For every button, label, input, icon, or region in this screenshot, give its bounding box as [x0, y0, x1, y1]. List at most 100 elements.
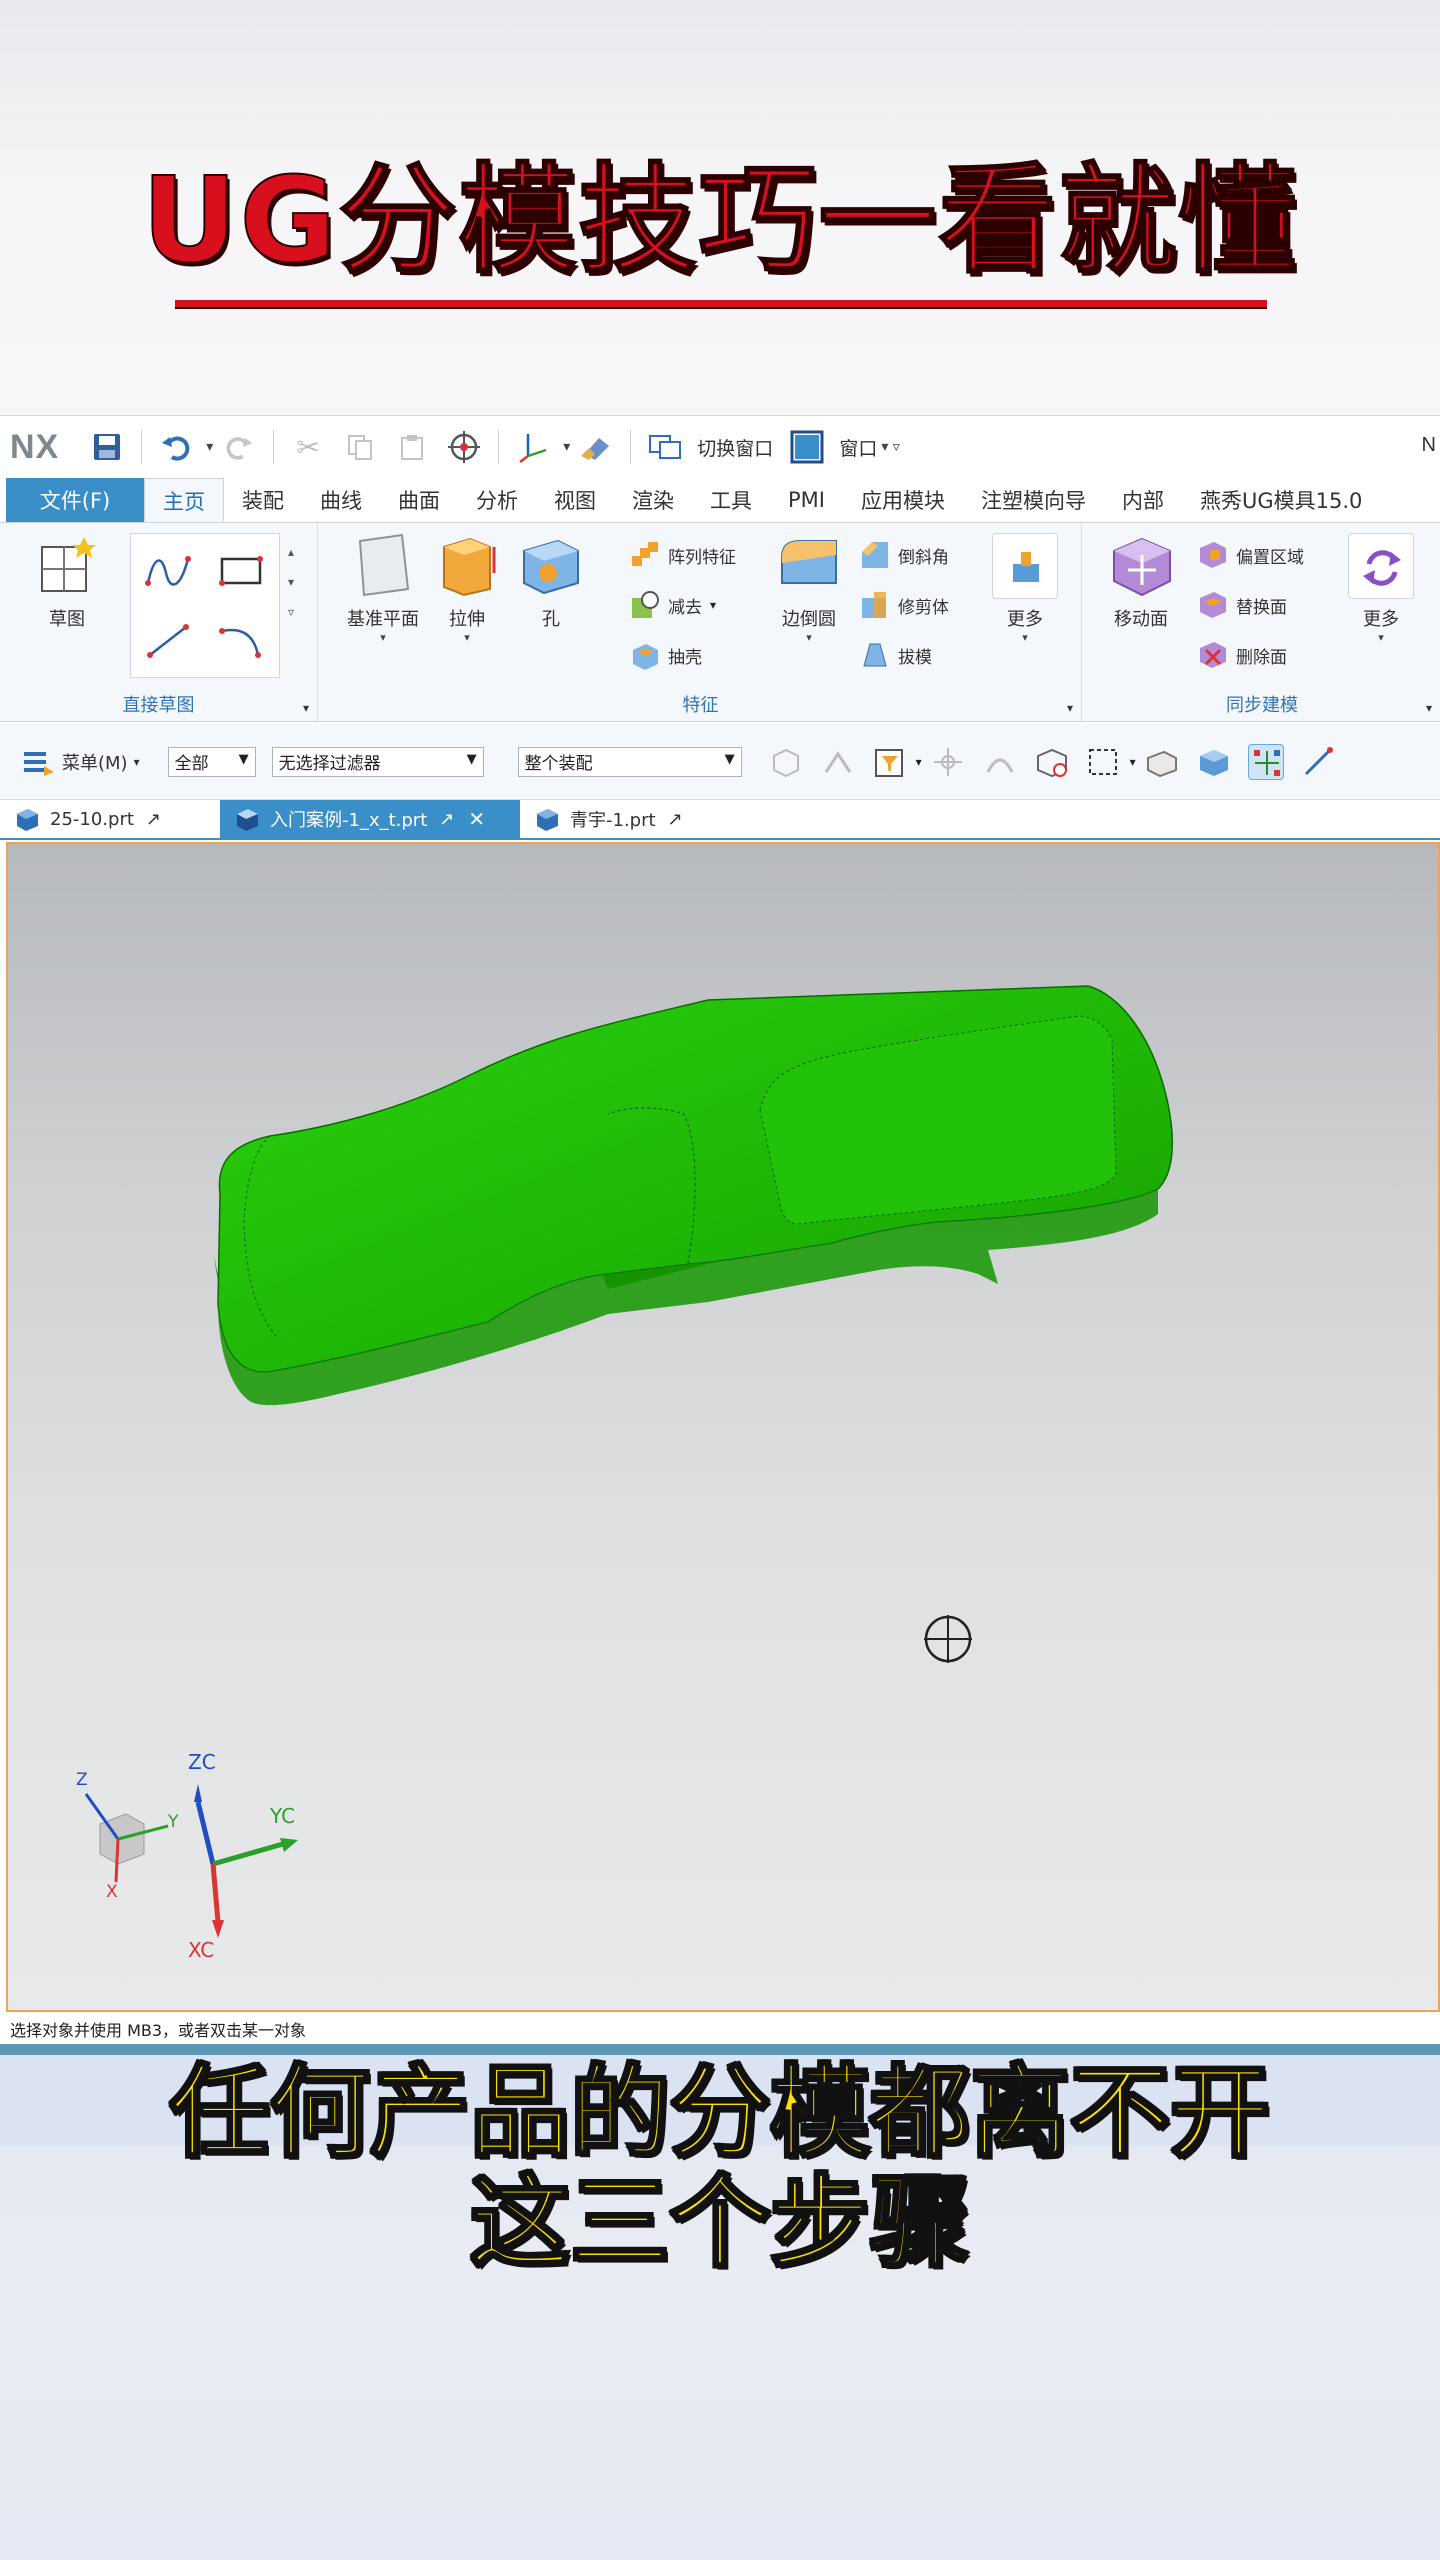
edge-blend-button[interactable]: 边倒圆 ▾: [764, 533, 854, 644]
extrude-dropdown-icon[interactable]: ▾: [422, 631, 512, 644]
view-triad[interactable]: [84, 1784, 298, 1938]
triad-xc-label: XC: [188, 1938, 215, 1962]
tab-analysis[interactable]: 分析: [458, 478, 536, 522]
doc-tab[interactable]: 青宇-1.prt ↗: [520, 800, 740, 838]
type-filter-dropdown[interactable]: 无选择过滤器 ▼: [271, 746, 484, 777]
tab-render[interactable]: 渲染: [614, 478, 692, 522]
window-icon[interactable]: [787, 427, 827, 467]
offset-region-label: 偏置区域: [1236, 547, 1304, 568]
eraser-icon[interactable]: [576, 427, 616, 467]
offset-region-button[interactable]: 偏置区域: [1198, 535, 1304, 575]
rectangle-tool[interactable]: [205, 536, 277, 606]
selection-scope-dropdown[interactable]: 整个装配 ▼: [517, 746, 742, 777]
general-selection-icon[interactable]: [768, 744, 804, 780]
doc-tab[interactable]: 25-10.prt ↗: [0, 800, 220, 838]
redo-icon[interactable]: [219, 427, 259, 467]
rect-select-dropdown-icon[interactable]: ▾: [1130, 755, 1136, 769]
rectangle-select-icon[interactable]: [1086, 744, 1122, 780]
feature-more-button[interactable]: 更多 ▾: [980, 533, 1070, 644]
paste-icon[interactable]: [392, 427, 432, 467]
studio-spline-tool[interactable]: [133, 536, 205, 606]
edge-blend-dropdown-icon[interactable]: ▾: [764, 631, 854, 644]
status-text: 选择对象并使用 MB3，或者双击某一对象: [10, 2021, 307, 2040]
line-endpoint-icon[interactable]: [1300, 744, 1336, 780]
selection-filter-dropdown[interactable]: 全部 ▼: [167, 746, 256, 777]
undo-icon[interactable]: [156, 427, 196, 467]
filter-dropdown-icon[interactable]: ▾: [916, 755, 922, 769]
tab-pmi[interactable]: PMI: [770, 478, 843, 522]
tab-internal[interactable]: 内部: [1104, 478, 1182, 522]
wcs-icon[interactable]: [513, 427, 553, 467]
part-file-icon: [17, 809, 38, 831]
datum-plane-button[interactable]: 基准平面 ▾: [338, 533, 428, 644]
selection-filter-value: 全部: [174, 754, 209, 774]
quick-pick-icon[interactable]: [982, 744, 1018, 780]
window-label[interactable]: 窗口: [839, 434, 877, 461]
sync-more-button[interactable]: 更多 ▾: [1336, 533, 1426, 644]
tab-view[interactable]: 视图: [536, 478, 614, 522]
doc-tab-active[interactable]: 入门案例-1_x_t.prt ↗ ✕: [220, 800, 520, 838]
tab-assembly[interactable]: 装配: [224, 478, 302, 522]
cut-icon[interactable]: ✂: [288, 427, 328, 467]
tab-curve[interactable]: 曲线: [302, 478, 380, 522]
group-direct-sketch: 草图 ▴ ▾ ▿ 直接草图 ▾: [0, 523, 318, 723]
chamfer-button[interactable]: 倒斜角: [860, 535, 949, 575]
hole-button[interactable]: 孔: [506, 533, 596, 631]
group-expand-icon[interactable]: ▾: [1426, 701, 1432, 715]
trim-body-icon: [860, 590, 890, 620]
switch-window-icon[interactable]: [645, 427, 685, 467]
delete-face-button[interactable]: 删除面: [1198, 635, 1287, 675]
graphics-window[interactable]: Z Y X ZC YC XC: [6, 842, 1440, 2012]
group-expand-icon[interactable]: ▾: [303, 701, 309, 715]
subtract-button[interactable]: 减去 ▾: [630, 585, 716, 625]
sketch-button[interactable]: 草图: [22, 533, 112, 631]
tab-yanxiu-mold[interactable]: 燕秀UG模具15.0: [1182, 478, 1380, 522]
wcs-dropdown-icon[interactable]: ▾: [563, 439, 570, 455]
viewport-canvas: [84, 985, 1174, 1938]
draft-button[interactable]: 拔模: [860, 635, 932, 675]
group-expand-icon[interactable]: ▾: [1067, 701, 1073, 715]
arc-tool[interactable]: [205, 606, 277, 676]
copy-icon[interactable]: [340, 427, 380, 467]
tab-surface[interactable]: 曲面: [380, 478, 458, 522]
trim-body-label: 修剪体: [898, 597, 949, 618]
pattern-feature-button[interactable]: 阵列特征: [630, 535, 736, 575]
window-dropdown-icon[interactable]: ▾ ▿: [881, 439, 900, 455]
tab-tools[interactable]: 工具: [692, 478, 770, 522]
tab-file[interactable]: 文件(F): [6, 478, 144, 522]
filter-icon[interactable]: [872, 744, 908, 780]
solid-body-icon[interactable]: [1196, 744, 1232, 780]
tab-applications[interactable]: 应用模块: [843, 478, 963, 522]
move-face-label: 移动面: [1114, 609, 1168, 630]
green-part-model[interactable]: [214, 985, 1174, 1406]
shell-button[interactable]: 抽壳: [630, 635, 702, 675]
sync-more-dropdown-icon[interactable]: ▾: [1336, 631, 1426, 644]
move-face-button[interactable]: 移动面: [1096, 533, 1186, 631]
ribbon-tabs: 文件(F) 主页 装配 曲线 曲面 分析 视图 渲染 工具 PMI 应用模块 注…: [0, 478, 1440, 522]
snap-view-icon[interactable]: [444, 427, 484, 467]
subtract-dropdown-icon[interactable]: ▾: [710, 598, 716, 612]
pattern-feature-label: 阵列特征: [668, 547, 736, 568]
type-filter-value: 无选择过滤器: [278, 754, 381, 774]
subtitle-area: 任何产品的分模都离不开 这三个步骤: [0, 2054, 1440, 2560]
switch-window-label[interactable]: 切换窗口: [697, 434, 773, 461]
datum-plane-dropdown-icon[interactable]: ▾: [338, 631, 428, 644]
shaded-body-icon[interactable]: [1144, 744, 1180, 780]
save-icon[interactable]: [87, 427, 127, 467]
menu-button[interactable]: 菜单(M) ▾: [22, 748, 140, 776]
trim-body-button[interactable]: 修剪体: [860, 585, 949, 625]
feature-more-dropdown-icon[interactable]: ▾: [980, 631, 1070, 644]
wireframe-box-icon[interactable]: [1034, 744, 1070, 780]
gallery-scroll-icon[interactable]: ▴ ▾ ▿: [288, 537, 294, 627]
undo-dropdown-icon[interactable]: ▾: [206, 439, 213, 455]
close-icon[interactable]: ✕: [468, 807, 485, 831]
extrude-button[interactable]: 拉伸 ▾: [422, 533, 512, 644]
tab-home[interactable]: 主页: [144, 478, 224, 522]
tab-mold-wizard[interactable]: 注塑模向导: [963, 478, 1104, 522]
snap-point-icon[interactable]: [930, 744, 966, 780]
replace-face-button[interactable]: 替换面: [1198, 585, 1287, 625]
deselect-icon[interactable]: [820, 744, 856, 780]
group-label-direct-sketch: 直接草图: [122, 695, 195, 716]
snap-points-active-icon[interactable]: [1247, 743, 1284, 780]
line-tool[interactable]: [133, 606, 205, 676]
